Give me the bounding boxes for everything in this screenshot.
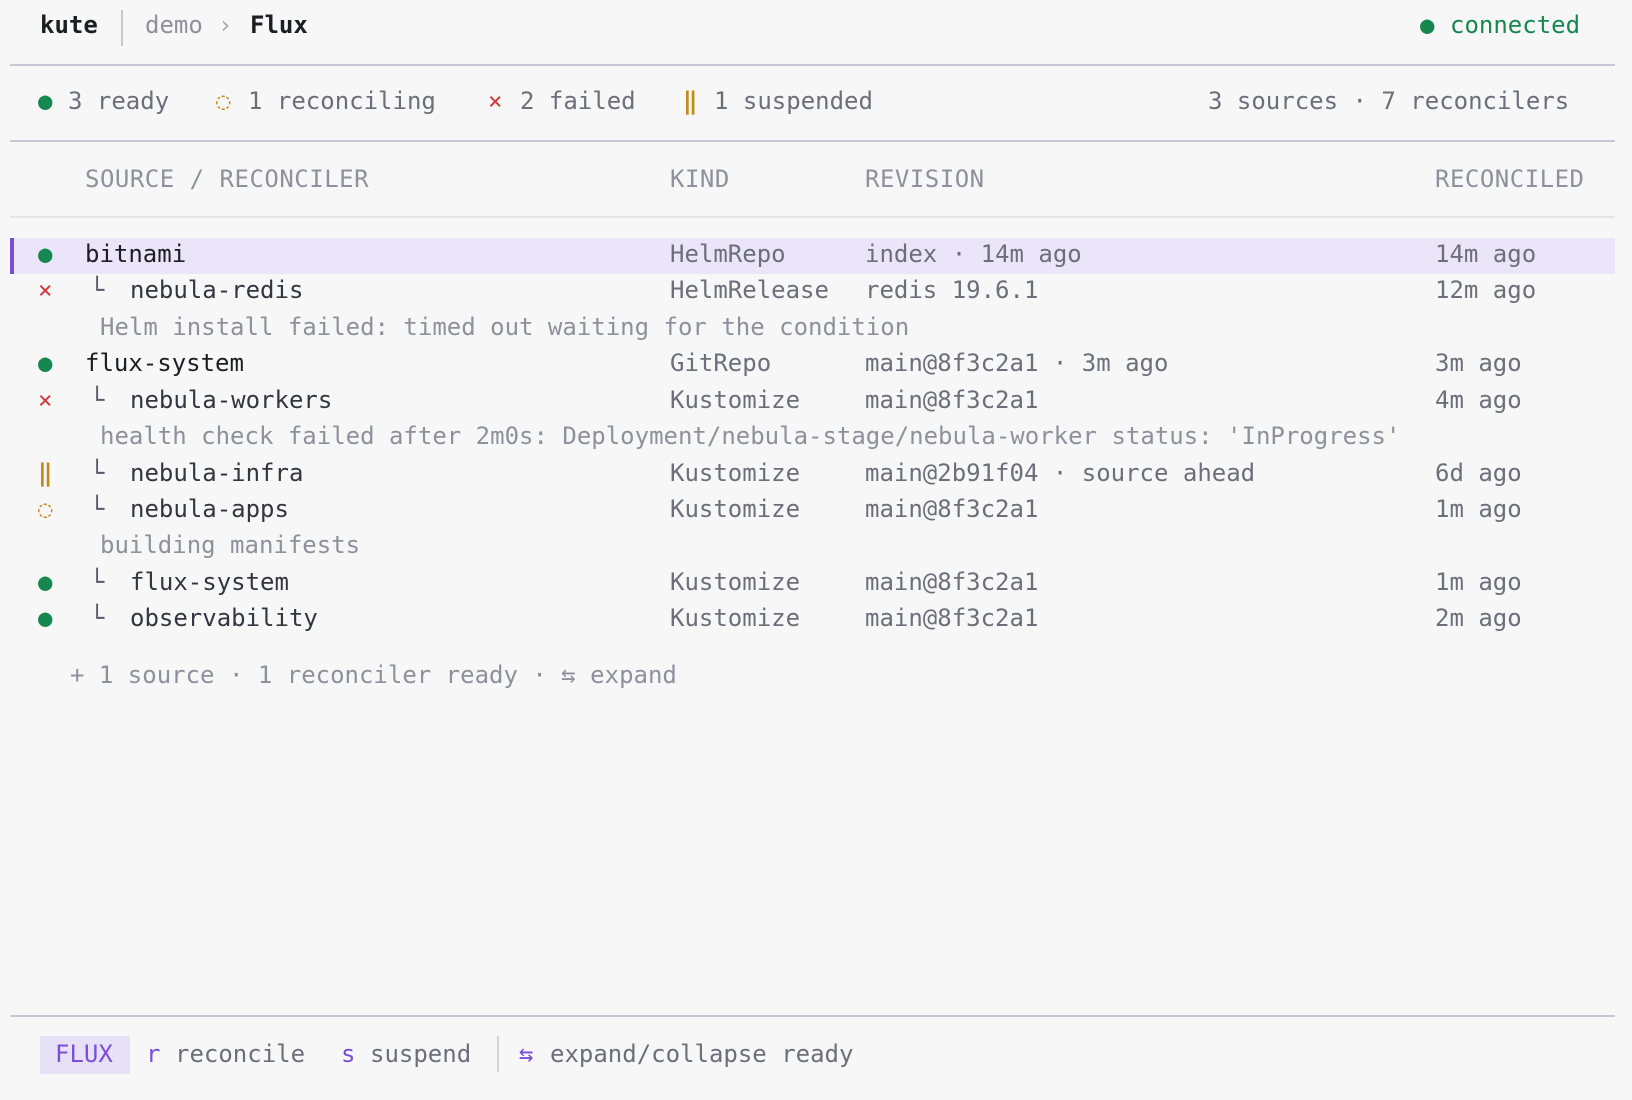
row-error-message: health check failed after 2m0s: Deployme… — [100, 422, 1401, 450]
suspend-key[interactable]: s — [341, 1040, 355, 1068]
reconcile-action[interactable]: reconcile — [175, 1040, 305, 1068]
expand-collapse-action[interactable]: expand/collapse ready — [550, 1040, 853, 1068]
row-revision: main@2b91f04 · source ahead — [865, 459, 1256, 487]
row-reconciled: 1m ago — [1435, 495, 1522, 523]
column-header-revision: REVISION — [865, 165, 985, 193]
row-name: nebula-apps — [130, 495, 289, 523]
row-kind: GitRepo — [670, 349, 772, 377]
status-ready-icon: ● — [38, 604, 53, 632]
status-ready-icon: ● — [38, 240, 53, 268]
status-reconciling-icon: ◌ — [38, 495, 53, 523]
column-header-name: SOURCE / RECONCILER — [85, 165, 370, 193]
row-name: nebula-workers — [130, 386, 333, 414]
status-suspended-icon: ‖ — [38, 459, 53, 487]
tree-branch-icon: └ — [90, 276, 105, 304]
column-header-reconciled: RECONCILED — [1435, 165, 1585, 193]
summary-divider — [10, 140, 1615, 142]
summary-failed: 2 failed — [520, 87, 636, 115]
reconcile-key[interactable]: r — [146, 1040, 160, 1068]
tree-branch-icon: └ — [90, 459, 105, 487]
summary-totals: 3 sources · 7 reconcilers — [1208, 87, 1570, 115]
tree-branch-icon: └ — [90, 604, 105, 632]
expand-ready-row[interactable]: + 1 source · 1 reconciler ready · ⇆ expa… — [70, 661, 677, 689]
row-kind: Kustomize — [670, 386, 801, 414]
row-name: nebula-infra — [130, 459, 304, 487]
row-name: nebula-redis — [130, 276, 304, 304]
status-failed-icon: × — [38, 276, 53, 304]
row-revision: index · 14m ago — [865, 240, 1082, 268]
suspend-action[interactable]: suspend — [370, 1040, 471, 1068]
row-revision: main@8f3c2a1 · 3m ago — [865, 349, 1169, 377]
connection-status: connected — [1450, 11, 1581, 39]
tree-branch-icon: └ — [90, 568, 105, 596]
row-reconciled: 1m ago — [1435, 568, 1522, 596]
suspended-icon: ‖ — [683, 87, 698, 115]
mode-label: FLUX — [55, 1040, 113, 1068]
row-kind: Kustomize — [670, 495, 801, 523]
row-revision: main@8f3c2a1 — [865, 495, 1039, 523]
row-revision: main@8f3c2a1 — [865, 386, 1039, 414]
row-kind: Kustomize — [670, 459, 801, 487]
header-divider — [10, 64, 1615, 66]
reconciling-icon: ◌ — [216, 87, 231, 115]
row-revision: redis 19.6.1 — [865, 276, 1039, 304]
row-reconciled: 3m ago — [1435, 349, 1522, 377]
row-kind: Kustomize — [670, 568, 801, 596]
status-ready-icon: ● — [38, 568, 53, 596]
row-reconciled: 6d ago — [1435, 459, 1522, 487]
footer-divider — [10, 1015, 1615, 1017]
row-kind: HelmRelease — [670, 276, 829, 304]
footer-separator — [497, 1036, 499, 1072]
summary-reconciling: 1 reconciling — [248, 87, 436, 115]
connection-status-icon: ● — [1420, 11, 1435, 39]
row-kind: Kustomize — [670, 604, 801, 632]
status-failed-icon: × — [38, 386, 53, 414]
header-separator — [121, 10, 123, 46]
row-name: bitnami — [85, 240, 187, 268]
row-status-message: building manifests — [100, 531, 361, 559]
tree-branch-icon: └ — [90, 495, 105, 523]
column-header-kind: KIND — [670, 165, 730, 193]
summary-suspended: 1 suspended — [714, 87, 873, 115]
tree-branch-icon: └ — [90, 386, 105, 414]
row-kind: HelmRepo — [670, 240, 786, 268]
breadcrumb-current: Flux — [250, 11, 308, 39]
row-revision: main@8f3c2a1 — [865, 568, 1039, 596]
breadcrumb-context[interactable]: demo — [145, 11, 203, 39]
row-revision: main@8f3c2a1 — [865, 604, 1039, 632]
failed-icon: × — [488, 87, 503, 115]
expand-collapse-icon[interactable]: ⇆ — [519, 1040, 533, 1068]
row-name: flux-system — [85, 349, 244, 377]
app-name: kute — [40, 11, 98, 39]
status-ready-icon: ● — [38, 349, 53, 377]
row-name: flux-system — [130, 568, 289, 596]
table-header-divider — [10, 216, 1615, 218]
ready-icon: ● — [38, 87, 53, 115]
row-reconciled: 12m ago — [1435, 276, 1537, 304]
row-reconciled: 2m ago — [1435, 604, 1522, 632]
summary-ready: 3 ready — [68, 87, 170, 115]
row-error-message: Helm install failed: timed out waiting f… — [100, 313, 910, 341]
breadcrumb-chevron-icon: › — [218, 11, 233, 39]
selected-row-highlight — [10, 238, 1615, 274]
selection-marker — [10, 238, 14, 274]
row-reconciled: 4m ago — [1435, 386, 1522, 414]
row-name: observability — [130, 604, 318, 632]
row-reconciled: 14m ago — [1435, 240, 1537, 268]
